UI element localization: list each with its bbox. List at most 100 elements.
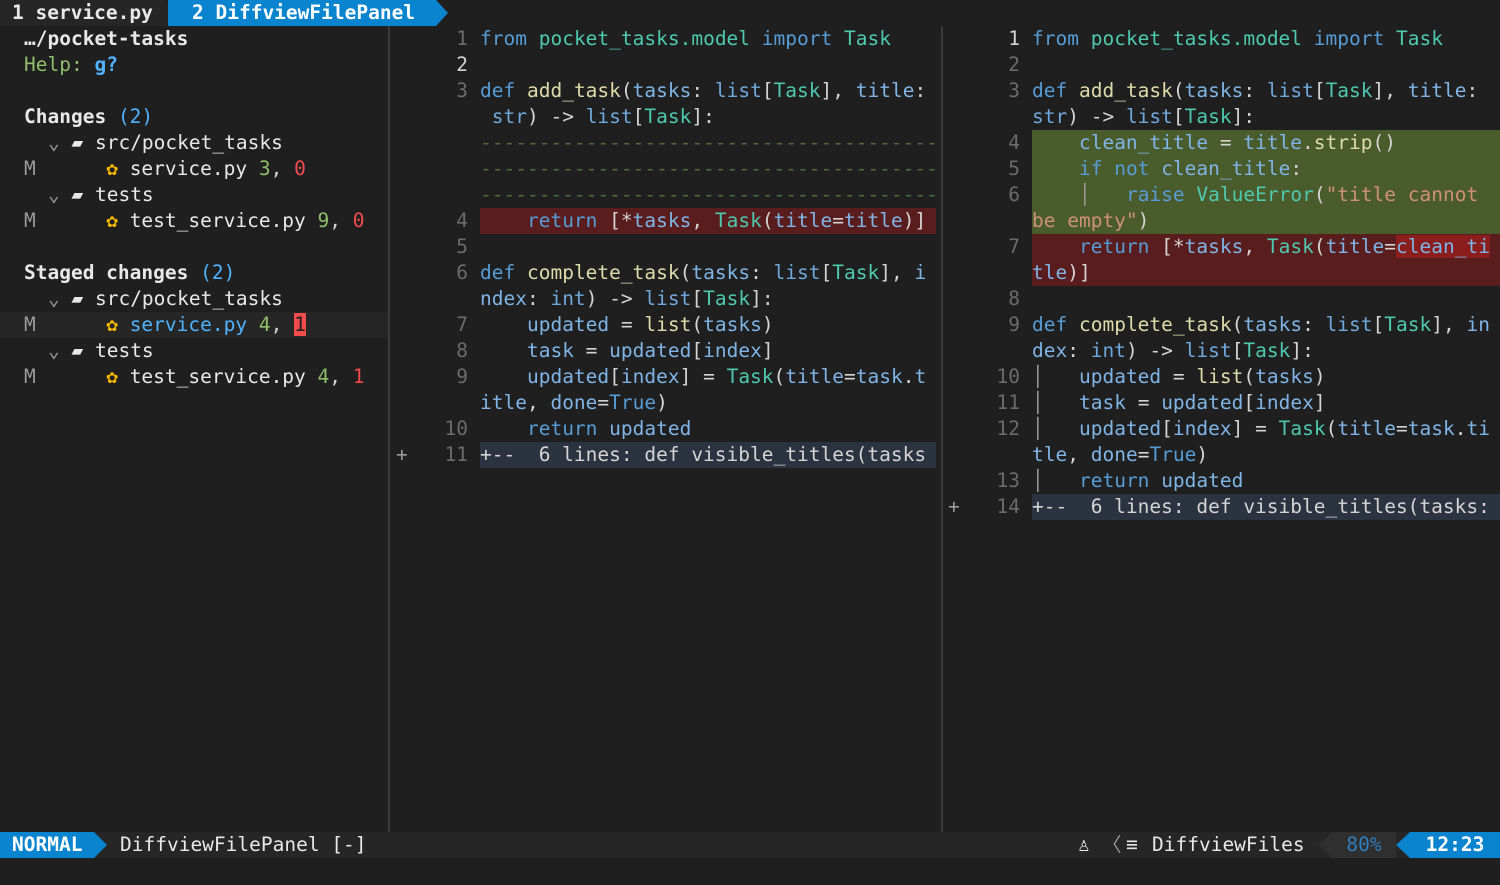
line-number [428, 286, 468, 312]
tab-diffview-file-panel[interactable]: 2 DiffviewFilePanel [168, 0, 436, 26]
code-line: def complete_task(tasks: list[Task], i [480, 261, 927, 284]
cursor-position: 12:23 [1410, 832, 1500, 858]
line-number [428, 390, 468, 416]
line-number [980, 260, 1020, 286]
line-number: 1 [456, 27, 468, 50]
fold-line[interactable]: +-- 6 lines: def visible_titles(tasks: [1032, 494, 1500, 520]
changes-title: Changes [24, 105, 107, 128]
folder-icon: ▰ [71, 183, 95, 206]
line-number [980, 338, 1020, 364]
help-label: Help: [24, 53, 83, 76]
folder-tests-changes[interactable]: ⌄ ▰ tests [48, 182, 388, 208]
line-number: 1 [1008, 27, 1020, 50]
line-number: 4 [456, 209, 468, 232]
window-separator[interactable] [388, 26, 390, 832]
line-number: 8 [1008, 287, 1020, 310]
status-filetype: DiffviewFiles [1152, 833, 1305, 856]
line-number: 2 [1008, 53, 1020, 76]
folder-tests-staged[interactable]: ⌄ ▰ tests [48, 338, 388, 364]
line-number: 9 [1008, 313, 1020, 336]
line-number: 12 [996, 417, 1020, 440]
staged-header[interactable]: Staged changes (2) [24, 260, 384, 286]
deletions-count-cursor: 1 [294, 313, 306, 336]
list-icon: ≡ [1126, 833, 1138, 856]
linux-icon: ♙ [1078, 833, 1090, 856]
file-item-service-staged-selected[interactable]: M ✿ service.py 4, 1 [0, 312, 388, 338]
diff-filler-line: ----------------------------------------… [480, 157, 936, 180]
window-separator[interactable] [941, 26, 943, 832]
chevron-down-icon: ⌄ [48, 287, 72, 310]
diff-filler-line: ----------------------------------------… [480, 131, 936, 154]
code-line: from pocket_tasks.model import Task [480, 27, 891, 50]
code-line: from pocket_tasks.model import Task [1032, 27, 1443, 50]
added-line: if not clean_title: [1032, 156, 1500, 182]
line-number: 8 [456, 339, 468, 362]
additions-count: 3 [258, 157, 271, 180]
line-number: 4 [1008, 131, 1020, 154]
changes-header[interactable]: Changes (2) [24, 104, 384, 130]
deleted-line: return [*tasks, Task(title=title)] [480, 208, 936, 234]
tab-separator [436, 0, 448, 26]
changed-line: tle)] [1032, 260, 1500, 286]
code-line: str) -> list[Task]: [1032, 105, 1256, 128]
code-line: updated = list(tasks) [526, 313, 774, 336]
folder-src-staged[interactable]: ⌄ ▰ src/pocket_tasks [48, 286, 388, 312]
file-item-service-changes[interactable]: M ✿ service.py 3, 0 [24, 156, 384, 182]
folder-label: tests [94, 339, 154, 362]
code-line: updated[index] = Task(title=task.t [526, 365, 927, 388]
folder-label: src/pocket_tasks [94, 287, 283, 310]
additions-count: 4 [317, 365, 330, 388]
code-line: def complete_task(tasks: list[Task], in [1032, 313, 1490, 336]
line-number: 3 [456, 79, 468, 102]
percent-separator [1318, 832, 1332, 858]
file-item-test-changes[interactable]: M ✿ test_service.py 9, 0 [24, 208, 384, 234]
folder-label: tests [94, 183, 154, 206]
code-line: task = updated[index] [526, 339, 774, 362]
line-number [428, 182, 468, 208]
code-line: │ updated = list(tasks) [1032, 365, 1326, 388]
line-number: 6 [456, 261, 468, 284]
line-number: 13 [996, 469, 1020, 492]
line-number: 14 [996, 495, 1020, 518]
file-item-test-staged[interactable]: M ✿ test_service.py 4, 1 [24, 364, 384, 390]
code-line: ndex: int) -> list[Task]: [480, 287, 774, 310]
mode-indicator: NORMAL [0, 832, 94, 858]
changes-count: (2) [117, 105, 154, 128]
line-number: 7 [1008, 235, 1020, 258]
code-line: │ updated[index] = Task(title=task.ti [1032, 417, 1490, 440]
diff-filler-line: ----------------------------------------… [480, 183, 936, 206]
line-number [428, 130, 468, 156]
file-name: test_service.py [129, 209, 306, 232]
separator-icon: 〈 [1102, 833, 1122, 856]
code-line: │ return updated [1032, 469, 1244, 492]
fold-line[interactable]: +-- 6 lines: def visible_titles(tasks [480, 442, 936, 468]
mode-separator [94, 832, 107, 858]
folder-icon: ▰ [71, 339, 95, 362]
line-number: 5 [1008, 157, 1020, 180]
time-separator [1396, 832, 1410, 858]
code-line: def add_task(tasks: list[Task], title: [1032, 79, 1479, 102]
folder-icon: ▰ [71, 287, 95, 310]
folder-src-changes[interactable]: ⌄ ▰ src/pocket_tasks [48, 130, 388, 156]
file-status: M [24, 365, 36, 388]
code-line: def add_task(tasks: list[Task], title: [480, 79, 927, 102]
deletions-count: 1 [352, 365, 365, 388]
scroll-percent: 80% [1332, 832, 1396, 858]
line-number: 3 [1008, 79, 1020, 102]
tab-service-py[interactable]: 1 service.py [0, 0, 166, 26]
python-icon: ✿ [106, 157, 130, 180]
fold-sign: + [396, 443, 408, 466]
staged-title: Staged changes [24, 261, 189, 284]
code-line: tle, done=True) [1032, 443, 1209, 466]
added-line: │ raise ValueError("title cannot [1032, 182, 1500, 208]
deletions-count: 0 [352, 209, 365, 232]
chevron-down-icon: ⌄ [48, 339, 72, 362]
python-icon: ✿ [106, 313, 130, 336]
fold-sign: + [948, 495, 960, 518]
help-key[interactable]: g? [94, 53, 117, 76]
tabline: 1 service.py 2 DiffviewFilePanel [0, 0, 1500, 26]
folder-label: src/pocket_tasks [94, 131, 283, 154]
